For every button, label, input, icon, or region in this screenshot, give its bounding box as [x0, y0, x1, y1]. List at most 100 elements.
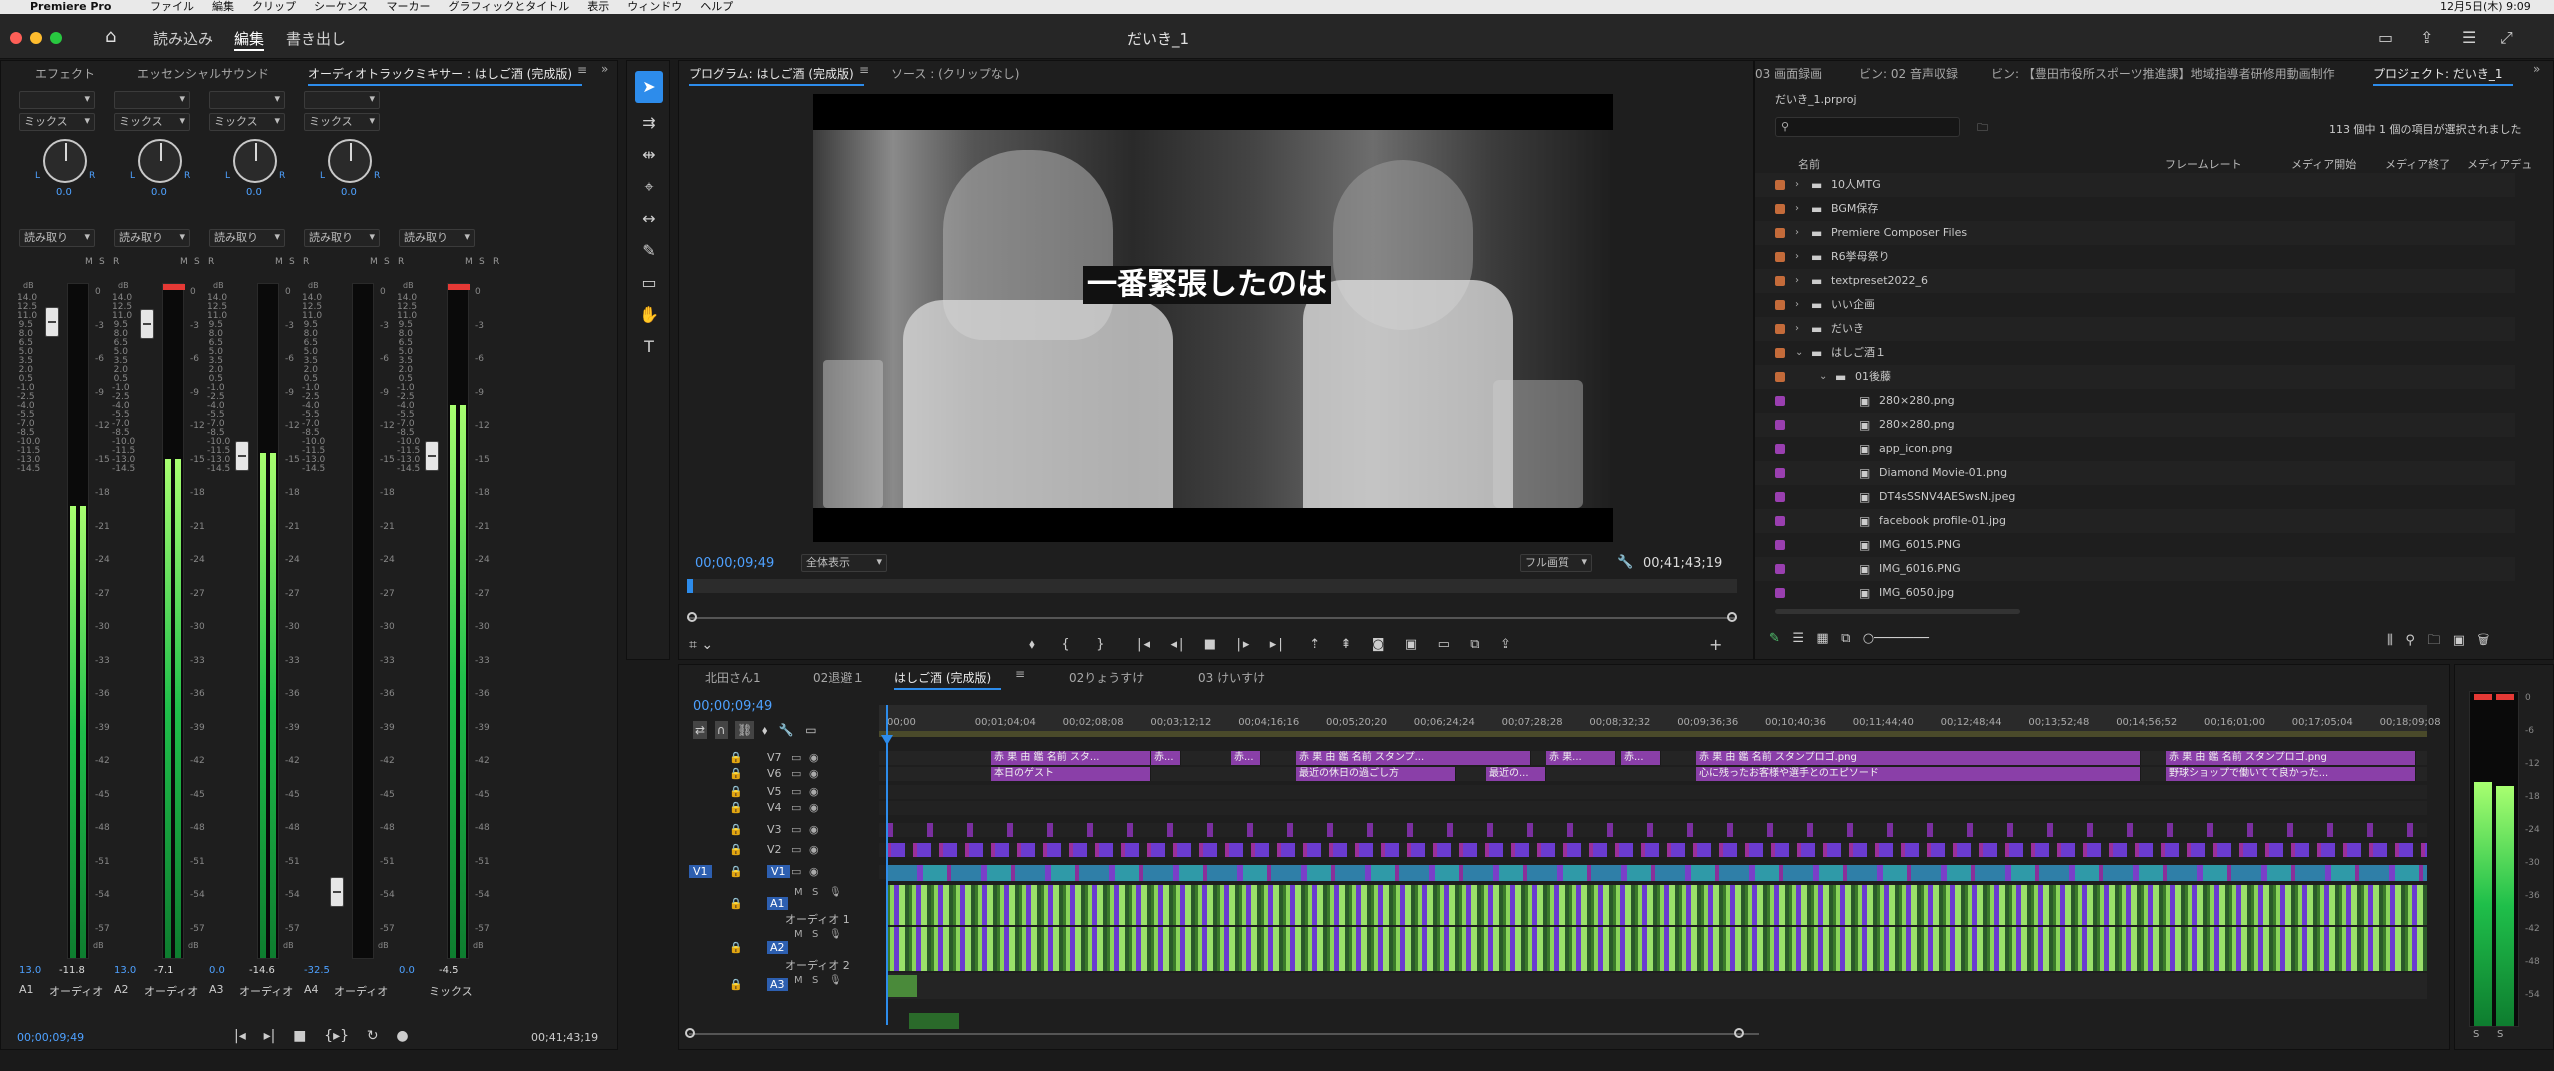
mixer-timecode[interactable]: 00;00;09;49 — [17, 1031, 84, 1044]
freeform-view-icon[interactable]: ⧉ — [1841, 631, 1850, 646]
write-icon[interactable]: ✎ — [1769, 631, 1780, 646]
track-label[interactable]: V4 — [767, 801, 782, 814]
fullscreen-icon[interactable]: ⤢ — [2500, 28, 2513, 48]
chevron-right-icon[interactable]: › — [1795, 269, 1799, 293]
go-to-out-icon[interactable]: ▸| — [264, 1028, 276, 1044]
project-item-name[interactable]: IMG_6015.PNG — [1879, 533, 1961, 557]
read-mode-select[interactable]: 読み取り — [304, 229, 380, 247]
zoom-select[interactable]: 全体表示 — [801, 554, 887, 572]
msr-m-button[interactable]: M — [275, 257, 283, 267]
master-solo-right[interactable]: S — [2497, 1029, 2503, 1040]
label-color-swatch[interactable] — [1775, 420, 1785, 430]
timeline-tab[interactable]: 03 けいすけ — [1198, 669, 1265, 686]
v3-clips[interactable] — [887, 823, 2427, 837]
read-mode-select[interactable]: 読み取り — [114, 229, 190, 247]
project-item-name[interactable]: だいき — [1831, 317, 1864, 341]
project-item-name[interactable]: いい企画 — [1831, 293, 1875, 317]
track-label[interactable]: V3 — [767, 823, 782, 836]
eye-icon[interactable]: ◉ — [809, 865, 819, 878]
mute-button[interactable]: M — [794, 975, 803, 986]
project-row[interactable]: ▣ Diamond Movie-01.png — [1755, 461, 2515, 485]
track-select-tool-icon[interactable]: ⇉ — [627, 107, 671, 139]
chevron-down-icon[interactable]: ⌄ — [1819, 365, 1827, 389]
lock-icon[interactable]: 🔒 — [729, 767, 743, 780]
workspace-tab-edit[interactable]: 編集 — [234, 28, 265, 51]
mic-icon[interactable]: 🎙 — [829, 929, 842, 940]
project-row[interactable]: ⌄ ▬ はしご酒１ — [1755, 341, 2515, 365]
project-row[interactable]: › ▬ R6挙母祭り — [1755, 245, 2515, 269]
project-item-name[interactable]: 01後藤 — [1855, 365, 1891, 389]
marker-icon[interactable]: ⬧ — [1029, 637, 1037, 652]
title-clip[interactable]: 赤... — [1151, 751, 1181, 765]
icon-view-icon[interactable]: ▦ — [1816, 631, 1828, 646]
go-to-out-point-icon[interactable]: ▸| — [1270, 637, 1285, 652]
timeline-hscroll[interactable] — [689, 1033, 1759, 1035]
project-item-name[interactable]: app_icon.png — [1879, 437, 1952, 461]
menu-item[interactable]: 表示 — [587, 0, 609, 13]
workspace-icon[interactable]: ▭ — [2378, 28, 2393, 47]
label-color-swatch[interactable] — [1775, 180, 1785, 190]
pan-knob[interactable] — [138, 139, 182, 183]
project-item-name[interactable]: Diamond Movie-01.png — [1879, 461, 2007, 485]
timeline-zoom-right[interactable] — [1734, 1028, 1744, 1038]
read-mode-select[interactable]: 読み取り — [209, 229, 285, 247]
project-row[interactable]: ▣ IMG_6015.PNG — [1755, 533, 2515, 557]
project-item-name[interactable]: facebook profile-01.jpg — [1879, 509, 2006, 533]
a4-audio-clip[interactable] — [909, 1013, 959, 1029]
linked-selection-icon[interactable]: ⛓ — [735, 721, 755, 739]
column-media-start[interactable]: メディア開始 — [2291, 156, 2356, 172]
mute-button[interactable]: M — [794, 887, 803, 898]
timeline-ruler[interactable]: 00;00 00;01;04;04 00;02;08;08 00;03;12;12 00… — [879, 705, 2441, 737]
project-item-name[interactable]: IMG_6050.jpg — [1879, 581, 1954, 605]
lock-icon[interactable]: 🔒 — [729, 785, 743, 798]
menu-item[interactable]: ファイル — [150, 0, 194, 13]
workspace-tab-export[interactable]: 書き出し — [286, 28, 346, 49]
tab-bin-audio[interactable]: ビン: 02 音声収録 — [1859, 65, 1958, 82]
label-color-swatch[interactable] — [1775, 588, 1785, 598]
source-patch[interactable]: V1 — [689, 865, 712, 878]
project-item-name[interactable]: IMG_6016.PNG — [1879, 557, 1961, 581]
v2-clips[interactable] — [887, 843, 2427, 857]
project-item-name[interactable]: はしご酒１ — [1831, 341, 1886, 365]
add-marker-icon[interactable]: ⬧ — [762, 723, 767, 737]
project-item-name[interactable]: R6挙母祭り — [1831, 245, 1890, 269]
project-item-name[interactable]: 280×280.png — [1879, 413, 1955, 437]
mic-icon[interactable]: 🎙 — [829, 887, 842, 898]
column-name[interactable]: 名前 — [1798, 156, 1820, 172]
home-icon[interactable]: ⌂ — [105, 26, 116, 47]
label-color-swatch[interactable] — [1775, 396, 1785, 406]
label-color-swatch[interactable] — [1775, 300, 1785, 310]
v1-clips[interactable] — [887, 865, 2427, 881]
share-icon[interactable]: ⇪ — [2420, 28, 2433, 47]
msr-s-button[interactable]: S — [289, 257, 295, 267]
tab-audio-track-mixer[interactable]: オーディオトラックミキサー : はしご酒 (完成版) — [308, 65, 583, 86]
lock-icon[interactable]: 🔒 — [729, 978, 743, 991]
volume-fader[interactable] — [140, 309, 154, 339]
mark-in-icon[interactable]: { — [1061, 637, 1071, 652]
lock-icon[interactable]: 🔒 — [729, 843, 743, 856]
workspace-tab-import[interactable]: 読み込み — [153, 28, 213, 49]
caption-clip[interactable]: 最近の... — [1486, 767, 1546, 781]
share-frame-icon[interactable]: ⇪ — [1500, 637, 1513, 652]
play-in-out-icon[interactable]: {▸} — [324, 1028, 349, 1044]
more-panels-icon[interactable]: » — [601, 62, 608, 76]
tab-source[interactable]: ソース : (クリップなし) — [891, 65, 1019, 82]
title-clip[interactable]: 赤... — [1621, 751, 1661, 765]
new-bin-search-icon[interactable]: 🗀 — [1977, 119, 1988, 138]
menu-item[interactable]: クリップ — [252, 0, 296, 13]
pen-tool-icon[interactable]: ✎ — [627, 235, 671, 267]
tab-program[interactable]: プログラム: はしご酒 (完成版) — [689, 65, 864, 86]
tab-bin-toyota[interactable]: ビン: 【豊田市役所スポーツ推進課】地域指導者研修用動画制作 — [1991, 65, 2335, 82]
label-color-swatch[interactable] — [1775, 516, 1785, 526]
label-color-swatch[interactable] — [1775, 252, 1785, 262]
channel-mode-select[interactable]: ミックス — [114, 113, 190, 131]
film-icon[interactable]: ▭ — [791, 767, 801, 780]
project-row[interactable]: ⌄ ▬ 01後藤 — [1755, 365, 2515, 389]
zoom-slider-icon[interactable]: ○─────── — [1863, 631, 1929, 646]
eye-icon[interactable]: ◉ — [809, 785, 819, 798]
input-select[interactable] — [209, 91, 285, 109]
snap-icon[interactable]: ∩ — [714, 721, 728, 739]
project-more-icon[interactable]: » — [2533, 62, 2540, 76]
project-item-name[interactable]: textpreset2022_6 — [1831, 269, 1928, 293]
label-color-swatch[interactable] — [1775, 276, 1785, 286]
